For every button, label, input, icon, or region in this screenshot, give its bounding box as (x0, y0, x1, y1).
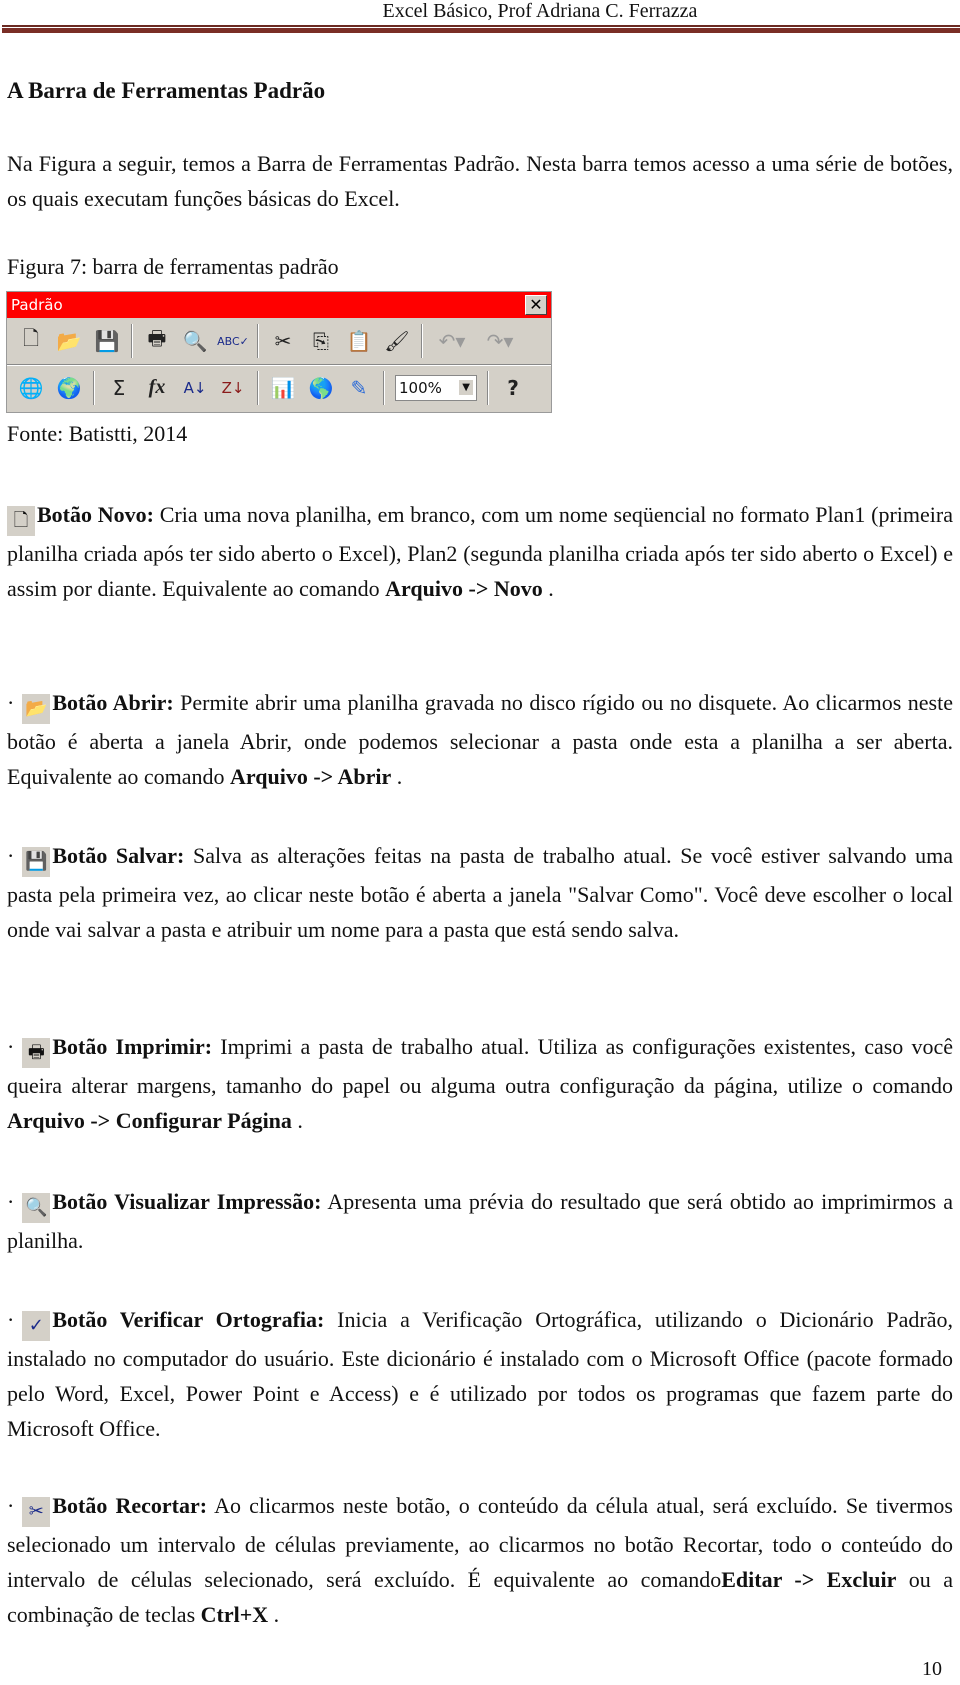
open-folder-icon: 📂 (22, 694, 51, 724)
intro-paragraph: Na Figura a seguir, temos a Barra de Fer… (7, 151, 953, 211)
toolbar-separator (487, 370, 489, 405)
header-rule-thin (2, 25, 960, 27)
button-title: Botão Recortar: (52, 1493, 208, 1518)
new-file-icon[interactable]: 🗋 (13, 324, 49, 358)
toolbar-row-1: 🗋 📂 💾 🖶 🔍 ABC✓ ✂ ⎘ 📋 🖌 ↶▾ ↷▾ (7, 318, 551, 364)
copy-icon[interactable]: ⎘ (303, 324, 339, 358)
button-title: Botão Verificar Ortografia: (52, 1307, 325, 1332)
spelling-check-icon[interactable]: ABC✓ (215, 324, 251, 358)
toolbar-title: Padrão (11, 296, 63, 314)
menu-command: Editar -> Excluir (721, 1567, 897, 1592)
standard-toolbar-figure: Padrão ✕ 🗋 📂 💾 🖶 🔍 ABC✓ ✂ ⎘ 📋 🖌 ↶▾ ↷▾ 🌐 … (6, 291, 552, 413)
chart-wizard-icon[interactable]: 📊 (265, 371, 301, 405)
toolbar-separator (383, 370, 385, 405)
print-preview-icon[interactable]: 🔍 (177, 324, 213, 358)
save-disk-icon: 💾 (22, 847, 51, 877)
web-globe-icon[interactable]: 🌍 (51, 371, 87, 405)
toolbar-separator (257, 370, 259, 405)
button-title: Botão Imprimir: (52, 1034, 213, 1059)
header-title: Excel Básico, Prof Adriana C. Ferrazza (382, 0, 698, 22)
button-description-print: · 🖶 Botão Imprimir: Imprimi a pasta de tra… (7, 1034, 954, 1133)
sort-ascending-icon[interactable]: A↓ (177, 371, 213, 405)
drawing-icon[interactable]: ✎ (341, 371, 377, 405)
button-title: Botão Visualizar Impressão: (52, 1189, 322, 1214)
open-folder-icon[interactable]: 📂 (51, 324, 87, 358)
spelling-check-icon: ✓ (22, 1311, 51, 1341)
sort-descending-icon[interactable]: Z↓ (215, 371, 251, 405)
bullet: · (7, 690, 15, 715)
bullet: · (7, 1307, 15, 1332)
page-number: 10 (922, 1658, 942, 1680)
bullet: · (7, 843, 15, 868)
map-globe-icon[interactable]: 🌎 (303, 371, 339, 405)
format-painter-icon[interactable]: 🖌 (379, 324, 415, 358)
menu-command: Arquivo -> Configurar Página (7, 1108, 292, 1133)
toolbar-titlebar: Padrão ✕ (7, 292, 551, 318)
autosum-sigma-icon[interactable]: Σ (101, 371, 137, 405)
bullet: · (7, 1493, 15, 1518)
section-title: A Barra de Ferramentas Padrão (7, 78, 326, 103)
close-icon[interactable]: ✕ (525, 295, 547, 315)
toolbar-separator (131, 324, 133, 358)
printer-icon[interactable]: 🖶 (139, 324, 175, 358)
print-preview-icon: 🔍 (22, 1193, 51, 1223)
zoom-select[interactable]: 100% ▼ (395, 374, 477, 401)
button-description-save: · 💾 Botão Salvar: Salva as alterações feit… (7, 843, 953, 942)
hyperlink-globe-icon[interactable]: 🌐 (13, 371, 49, 405)
button-description-spelling: · ✓ Botão Verificar Ortografia: Inicia a V… (7, 1307, 953, 1441)
function-fx-icon[interactable]: fx (139, 371, 175, 405)
toolbar-separator (257, 324, 259, 358)
button-description-cut: · ✂ Botão Recortar: Ao clicarmos neste bot… (7, 1493, 953, 1627)
help-question-icon[interactable]: ? (495, 371, 531, 405)
button-title: Botão Salvar: (52, 843, 185, 868)
paste-clipboard-icon[interactable]: 📋 (341, 324, 377, 358)
undo-icon[interactable]: ↶▾ (429, 324, 475, 358)
button-description-print-preview: · 🔍 Botão Visualizar Impressão: Apresenta … (7, 1189, 953, 1253)
new-file-icon: 🗋 (7, 506, 35, 536)
toolbar-separator (421, 324, 423, 358)
save-disk-icon[interactable]: 💾 (89, 324, 125, 358)
bullet: · (7, 1189, 15, 1214)
scissors-icon: ✂ (22, 1497, 51, 1527)
printer-icon: 🖶 (22, 1038, 51, 1068)
toolbar-separator (93, 370, 95, 405)
menu-command: Arquivo -> Abrir (229, 764, 392, 789)
figure-caption: Figura 7: barra de ferramentas padrão (7, 254, 339, 279)
button-description-open: · 📂 Botão Abrir: Permite abrir uma planilh… (7, 690, 953, 789)
figure-source: Fonte: Batistti, 2014 (7, 421, 188, 446)
redo-icon[interactable]: ↷▾ (477, 324, 523, 358)
button-description-new: 🗋 Botão Novo: Cria uma nova planilha, em … (7, 502, 953, 601)
toolbar-row-2: 🌐 🌍 Σ fx A↓ Z↓ 📊 🌎 ✎ 100% ▼ ? (7, 364, 551, 410)
zoom-value: 100% (399, 378, 442, 397)
bullet: · (7, 1034, 15, 1059)
button-title: Botão Abrir: (52, 690, 174, 715)
menu-command: Arquivo -> Novo (385, 576, 543, 601)
chevron-down-icon[interactable]: ▼ (459, 380, 473, 395)
keyboard-shortcut: Ctrl+X (200, 1602, 269, 1627)
header-rule-thick (2, 28, 960, 33)
button-title: Botão Novo: (37, 502, 154, 527)
scissors-icon[interactable]: ✂ (265, 324, 301, 358)
